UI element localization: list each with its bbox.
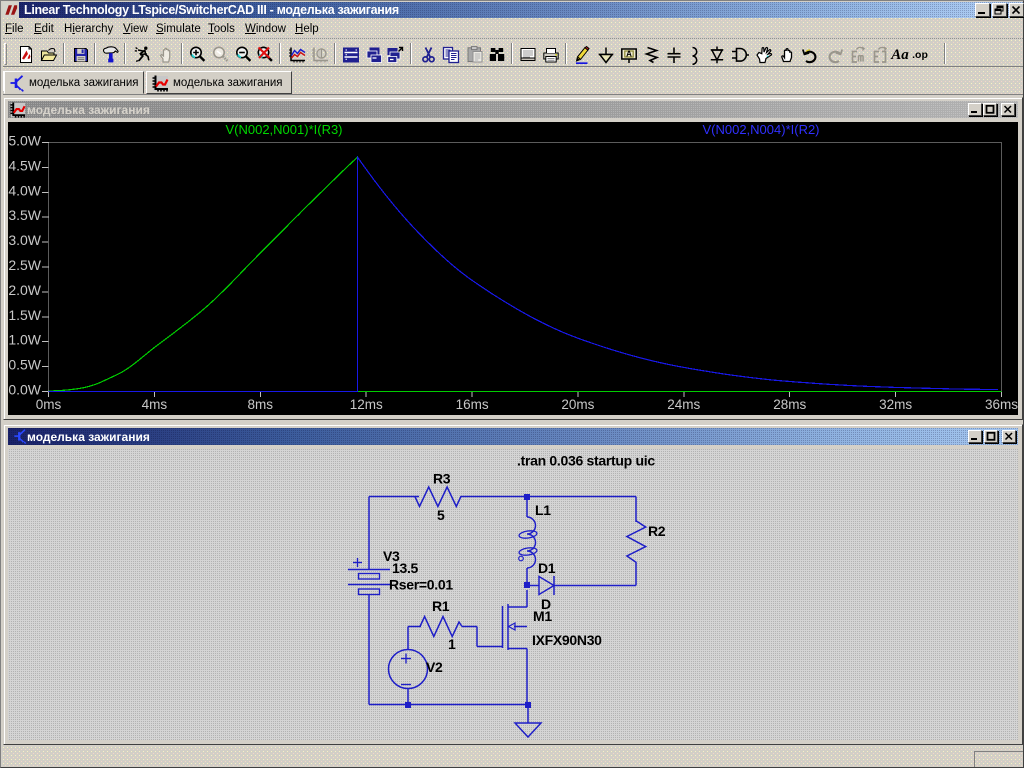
svg-text:D1: D1 bbox=[538, 560, 556, 576]
svg-text:5.0W: 5.0W bbox=[8, 133, 41, 149]
svg-text:0ms: 0ms bbox=[36, 397, 62, 412]
svg-text:2.0W: 2.0W bbox=[8, 282, 41, 298]
svg-text:36ms: 36ms bbox=[985, 397, 1018, 412]
svg-text:3.5W: 3.5W bbox=[8, 207, 41, 223]
svg-text:4ms: 4ms bbox=[142, 397, 168, 412]
svg-text:0.5W: 0.5W bbox=[8, 357, 41, 373]
svg-text:1.0W: 1.0W bbox=[8, 332, 41, 348]
svg-text:5: 5 bbox=[437, 507, 445, 523]
svg-text:V2: V2 bbox=[426, 659, 443, 675]
svg-text:L1: L1 bbox=[535, 502, 551, 518]
svg-text:8ms: 8ms bbox=[248, 397, 274, 412]
svg-text:32ms: 32ms bbox=[879, 397, 912, 412]
svg-text:.op: .op bbox=[912, 49, 928, 61]
svg-text:4.0W: 4.0W bbox=[8, 182, 41, 198]
svg-text:A: A bbox=[626, 50, 632, 59]
svg-text:4.5W: 4.5W bbox=[8, 157, 41, 173]
svg-text:28ms: 28ms bbox=[773, 397, 806, 412]
svg-text:Aa: Aa bbox=[890, 47, 909, 63]
svg-text:0.0W: 0.0W bbox=[8, 382, 41, 398]
svg-text:R3: R3 bbox=[433, 471, 451, 487]
svg-text:20ms: 20ms bbox=[561, 397, 594, 412]
svg-text:M1: M1 bbox=[533, 608, 552, 624]
svg-text:12ms: 12ms bbox=[350, 397, 383, 412]
svg-text:IXFX90N30: IXFX90N30 bbox=[532, 632, 602, 648]
svg-text:V(N002,N001)*I(R3): V(N002,N001)*I(R3) bbox=[225, 122, 342, 137]
svg-text:2.5W: 2.5W bbox=[8, 257, 41, 273]
svg-text:3.0W: 3.0W bbox=[8, 232, 41, 248]
svg-text:24ms: 24ms bbox=[667, 397, 700, 412]
svg-text:1: 1 bbox=[448, 636, 456, 652]
svg-text:Rser=0.01: Rser=0.01 bbox=[389, 577, 453, 593]
svg-text:R1: R1 bbox=[432, 598, 450, 614]
svg-text:16ms: 16ms bbox=[456, 397, 489, 412]
svg-text:13.5: 13.5 bbox=[392, 560, 419, 576]
svg-text:V(N002,N004)*I(R2): V(N002,N004)*I(R2) bbox=[702, 122, 819, 137]
svg-text:.tran 0.036 startup uic: .tran 0.036 startup uic bbox=[517, 453, 655, 469]
svg-text:R2: R2 bbox=[648, 523, 666, 539]
svg-text:1.5W: 1.5W bbox=[8, 307, 41, 323]
